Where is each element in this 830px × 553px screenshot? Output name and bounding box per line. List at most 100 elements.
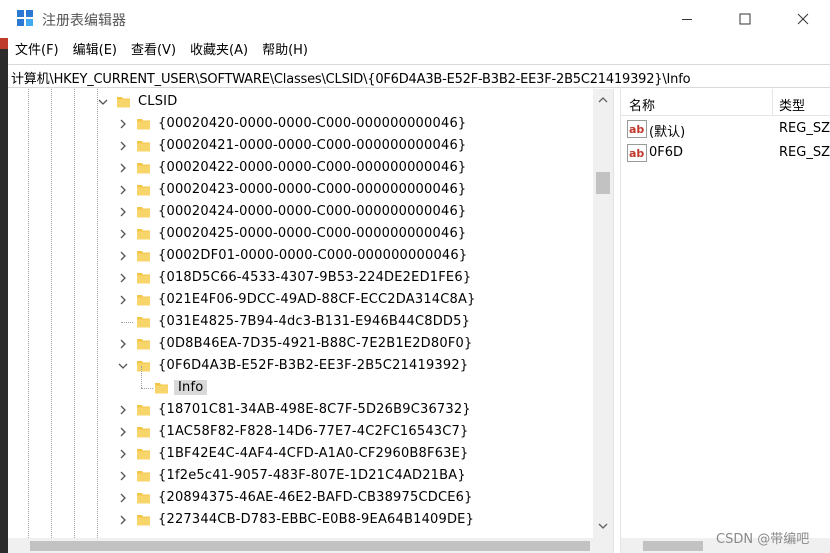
- address-path[interactable]: 计算机\HKEY_CURRENT_USER\SOFTWARE\Classes\C…: [11, 68, 691, 87]
- values-list[interactable]: 名称 类型 ab (默认) REG_SZ ab 0F6D REG_SZ: [621, 89, 830, 538]
- string-value-icon: ab: [627, 120, 647, 138]
- chevron-right-icon[interactable]: [118, 515, 128, 525]
- folder-icon: [137, 229, 150, 240]
- tree-node-clsid-entry[interactable]: {021E4F06-9DCC-49AD-88CF-ECC2DA314C8A}: [8, 289, 593, 311]
- close-button[interactable]: [774, 0, 830, 38]
- chevron-right-icon[interactable]: [118, 251, 128, 261]
- value-type: REG_SZ: [779, 145, 830, 160]
- tree-node-label: {1f2e5c41-9057-483F-807E-1D21C4AD21BA}: [158, 468, 466, 483]
- tree-hscroll-thumb[interactable]: [30, 541, 590, 551]
- maximize-button[interactable]: [716, 0, 774, 38]
- tree-node-label: CLSID: [138, 94, 178, 109]
- tree-node-clsid-entry[interactable]: {00020421-0000-0000-C000-000000000046}: [8, 135, 593, 157]
- tree-node-clsid-entry[interactable]: {1BF42E4C-4AF4-4CFD-A1A0-CF2960B8F63E}: [8, 443, 593, 465]
- folder-icon: [137, 119, 150, 130]
- tree-vertical-scrollbar[interactable]: [593, 89, 613, 538]
- tree-node-clsid-entry[interactable]: {00020422-0000-0000-C000-000000000046}: [8, 157, 593, 179]
- folder-icon: [137, 427, 150, 438]
- tree-node-clsid-entry[interactable]: {00020420-0000-0000-C000-000000000046}: [8, 113, 593, 135]
- chevron-right-icon[interactable]: [118, 273, 128, 283]
- tree-node-clsid-entry[interactable]: {1AC58F82-F828-14D6-77E7-4C2FC16543C7}: [8, 421, 593, 443]
- menu-favorites[interactable]: 收藏夹(A): [183, 40, 255, 62]
- menu-view[interactable]: 查看(V): [124, 40, 183, 62]
- close-icon: [797, 13, 809, 25]
- tree-guide-line: [141, 388, 153, 389]
- folder-icon: [137, 207, 150, 218]
- background-window-edge: [0, 20, 8, 553]
- tree-node-label: {1BF42E4C-4AF4-4CFD-A1A0-CF2960B8F63E}: [158, 446, 469, 461]
- chevron-right-icon[interactable]: [118, 207, 128, 217]
- registry-tree[interactable]: CLSID {00020420-0000-0000-C000-0000000000…: [8, 89, 613, 538]
- tree-node-label: {0002DF01-0000-0000-C000-000000000046}: [158, 248, 468, 263]
- chevron-right-icon[interactable]: [118, 185, 128, 195]
- scroll-up-icon[interactable]: [598, 95, 608, 105]
- value-name: 0F6D: [649, 145, 684, 160]
- chevron-right-icon[interactable]: [118, 427, 128, 437]
- tree-node-clsid[interactable]: CLSID: [8, 91, 593, 113]
- menu-help[interactable]: 帮助(H): [255, 40, 315, 62]
- chevron-right-icon[interactable]: [118, 295, 128, 305]
- address-bar[interactable]: 计算机\HKEY_CURRENT_USER\SOFTWARE\Classes\C…: [8, 64, 830, 88]
- chevron-down-icon[interactable]: [98, 97, 108, 107]
- chevron-right-icon[interactable]: [118, 141, 128, 151]
- chevron-down-icon[interactable]: [118, 361, 128, 371]
- column-header-type[interactable]: 类型: [779, 95, 805, 114]
- tree-node-clsid-entry[interactable]: {1f2e5c41-9057-483F-807E-1D21C4AD21BA}: [8, 465, 593, 487]
- value-row[interactable]: ab 0F6D REG_SZ: [621, 142, 830, 164]
- minimize-button[interactable]: [658, 0, 716, 38]
- chevron-right-icon[interactable]: [118, 405, 128, 415]
- tree-node-clsid-entry[interactable]: {18701C81-34AB-498E-8C7F-5D26B9C36732}: [8, 399, 593, 421]
- menu-file[interactable]: 文件(F): [8, 40, 66, 62]
- chevron-right-icon[interactable]: [118, 493, 128, 503]
- string-value-icon: ab: [627, 144, 647, 162]
- tree-node-label: {021E4F06-9DCC-49AD-88CF-ECC2DA314C8A}: [158, 292, 476, 307]
- column-header-name[interactable]: 名称: [629, 95, 655, 114]
- menu-edit[interactable]: 编辑(E): [66, 40, 124, 62]
- tree-node-label: {018D5C66-4533-4307-9B53-224DE2ED1FE6}: [158, 270, 472, 285]
- tree-node-clsid-entry[interactable]: {227344CB-D783-EBBC-E0B8-9EA64B1409DE}: [8, 509, 593, 531]
- folder-icon: [137, 405, 150, 416]
- folder-icon: [137, 185, 150, 196]
- tree-node-clsid-entry[interactable]: {00020423-0000-0000-C000-000000000046}: [8, 179, 593, 201]
- tree-node-info[interactable]: Info: [8, 366, 593, 399]
- tree-node-clsid-entry[interactable]: {0D8B46EA-7D35-4921-B88C-7E2B1E2D80F0}: [8, 333, 593, 355]
- chevron-right-icon[interactable]: [118, 229, 128, 239]
- tree-node-clsid-entry[interactable]: {00020425-0000-0000-C000-000000000046}: [8, 223, 593, 245]
- value-row[interactable]: ab (默认) REG_SZ: [621, 118, 830, 140]
- chevron-right-icon[interactable]: [118, 163, 128, 173]
- tree-node-label: {00020425-0000-0000-C000-000000000046}: [158, 226, 467, 241]
- tree-node-label: {00020423-0000-0000-C000-000000000046}: [158, 182, 467, 197]
- tree-node-clsid-entry[interactable]: {00020424-0000-0000-C000-000000000046}: [8, 201, 593, 223]
- tree-node-clsid-entry[interactable]: {20894375-46AE-46E2-BAFD-CB38975CDCE6}: [8, 487, 593, 509]
- folder-icon: [137, 361, 150, 372]
- pane-splitter[interactable]: [613, 89, 621, 553]
- svg-text:ab: ab: [629, 147, 644, 160]
- tree-horizontal-scrollbar[interactable]: [8, 538, 613, 553]
- tree-node-clsid-entry[interactable]: {0002DF01-0000-0000-C000-000000000046}: [8, 245, 593, 267]
- scroll-down-icon[interactable]: [598, 521, 608, 531]
- regedit-app-icon: [17, 10, 33, 26]
- tree-node-label: {0F6D4A3B-E52F-B3B2-EE3F-2B5C21419392}: [158, 358, 469, 373]
- folder-icon: [137, 273, 150, 284]
- chevron-right-icon[interactable]: [118, 471, 128, 481]
- tree-scroll-thumb[interactable]: [596, 172, 610, 194]
- values-hscroll-thumb[interactable]: [643, 541, 703, 551]
- folder-icon: [137, 317, 150, 328]
- tree-node-label: {0D8B46EA-7D35-4921-B88C-7E2B1E2D80F0}: [158, 336, 473, 351]
- folder-icon: [155, 383, 168, 394]
- column-separator[interactable]: [772, 89, 773, 115]
- folder-icon: [137, 339, 150, 350]
- values-header: 名称 类型: [621, 89, 830, 116]
- chevron-right-icon[interactable]: [118, 339, 128, 349]
- tree-node-clsid-entry[interactable]: {018D5C66-4533-4307-9B53-224DE2ED1FE6}: [8, 267, 593, 289]
- chevron-right-icon[interactable]: [118, 449, 128, 459]
- tree-node-label: {20894375-46AE-46E2-BAFD-CB38975CDCE6}: [158, 490, 473, 505]
- title-bar: 注册表编辑器: [0, 0, 830, 38]
- value-type: REG_SZ: [779, 121, 830, 136]
- tree-node-clsid-entry[interactable]: {031E4825-7B94-4dc3-B131-E946B44C8DD5}: [8, 311, 593, 333]
- tree-node-label: {00020422-0000-0000-C000-000000000046}: [158, 160, 467, 175]
- tree-node-clsid-entry[interactable]: {0F6D4A3B-E52F-B3B2-EE3F-2B5C21419392}: [8, 355, 593, 377]
- menu-bar: 文件(F) 编辑(E) 查看(V) 收藏夹(A) 帮助(H): [8, 38, 830, 64]
- chevron-right-icon[interactable]: [118, 119, 128, 129]
- window-title: 注册表编辑器: [42, 13, 126, 29]
